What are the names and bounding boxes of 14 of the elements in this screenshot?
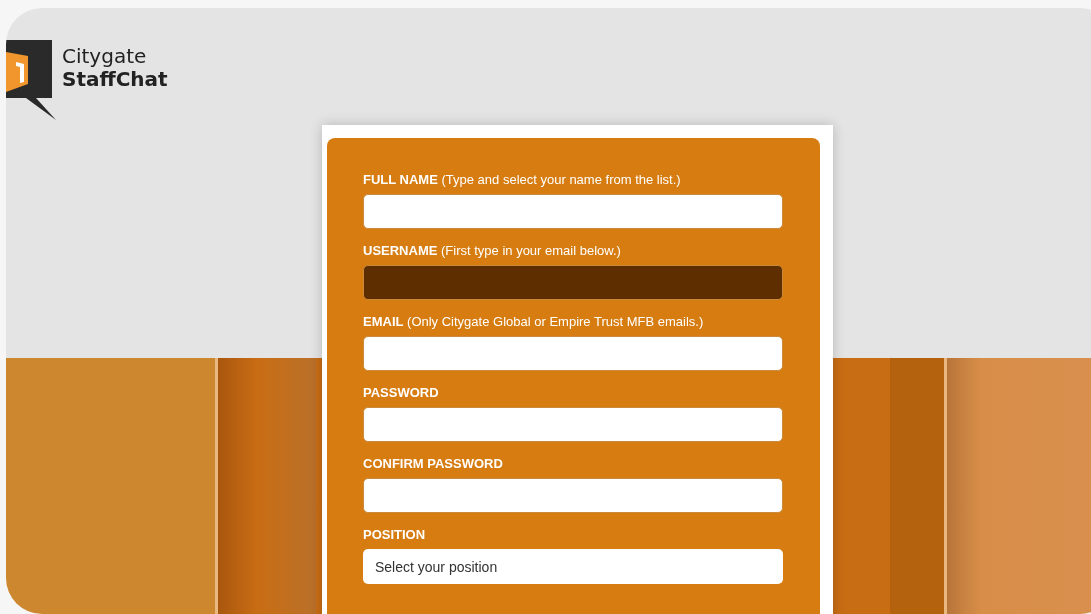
logo-text: Citygate — [62, 45, 148, 68]
input-field[interactable] — [363, 194, 783, 229]
field-label: CONFIRM PASSWORD — [363, 456, 504, 471]
field-label: PASSWORD — [363, 385, 440, 400]
field-label: USERNAME (First type in your email below.) — [363, 243, 622, 258]
logo-icon — [6, 40, 56, 120]
position-select[interactable]: Select your position — [363, 549, 783, 584]
input-field[interactable] — [363, 407, 783, 442]
field-label: FULL NAME (Type and select your name from the list.) — [363, 172, 682, 187]
field-label: EMAIL (Only Citygate Global or Empire Trust MFB emails.) — [363, 314, 705, 329]
input-field[interactable] — [363, 336, 783, 371]
field-label: POSITION — [363, 527, 427, 542]
input-field[interactable] — [363, 478, 783, 513]
logo-title: StaffChat — [62, 68, 168, 91]
